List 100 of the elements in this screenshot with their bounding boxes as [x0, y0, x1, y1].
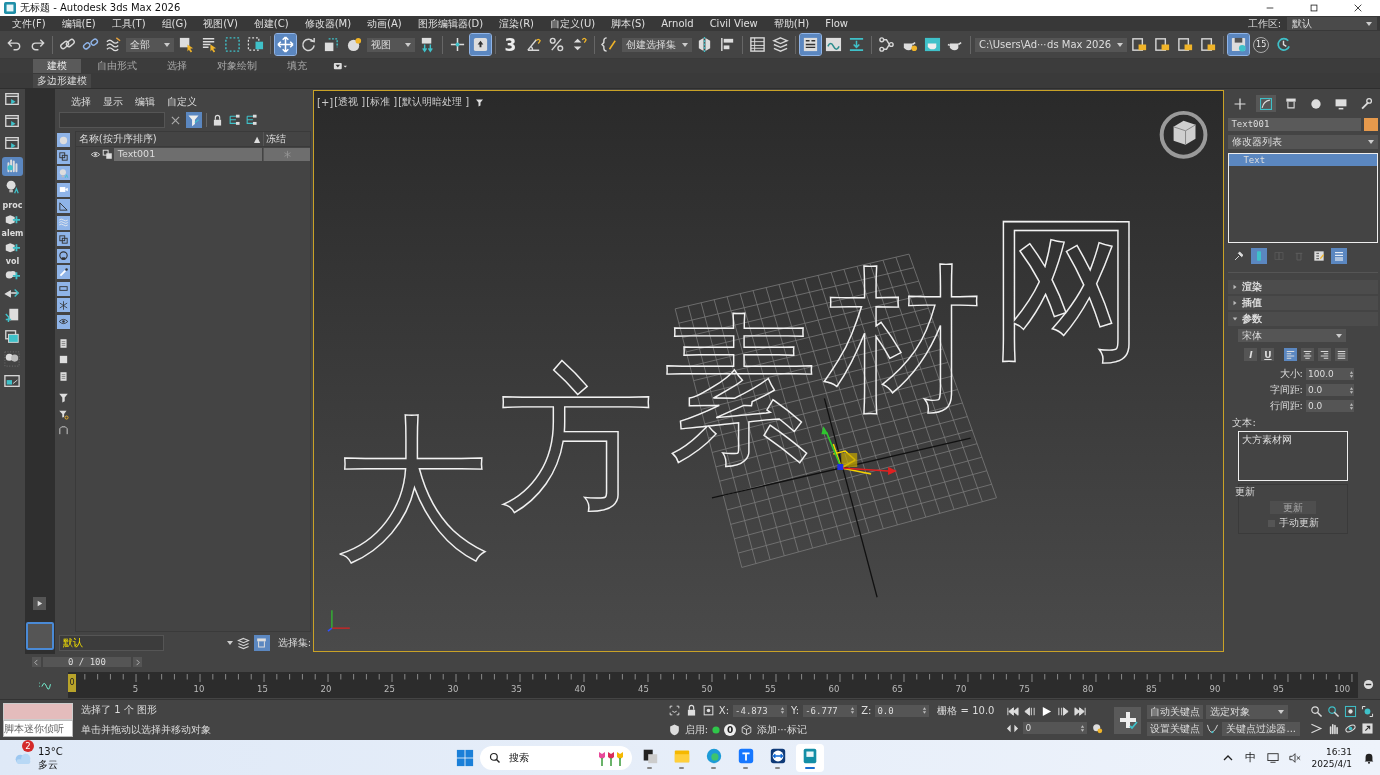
column-header[interactable]: 名称(按升序排序) — [75, 132, 157, 146]
timeline-ruler[interactable]: 0 5 10 15 20 25 30 35 40 45 50 55 60 65 70 75 80 85 90 95 100 — [68, 671, 1358, 698]
perspective-viewport[interactable]: 大方素材网 [+][透视 ][标准 ][默认明暗处理 ] — [313, 90, 1225, 652]
menu-item[interactable]: 工具(T) — [103, 16, 154, 31]
frame-number: 15 — [257, 683, 268, 694]
checkbox-label: 手动更新 — [1278, 516, 1319, 530]
menu-item[interactable]: 修改器(M) — [296, 16, 360, 31]
rollout-header[interactable]: 插值 — [1228, 296, 1378, 310]
viewport-label[interactable]: [默认明暗处理 ] — [398, 95, 470, 109]
side-tool-button[interactable]: vol — [1, 257, 23, 282]
workspace-dropdown[interactable]: 默认 — [1287, 17, 1377, 30]
frame-number: 50 — [701, 683, 713, 694]
menu-item[interactable]: 渲染(R) — [491, 16, 542, 31]
coordinate-label: Y: — [791, 705, 800, 716]
field-label: 大小: — [1279, 367, 1303, 381]
counter-badge[interactable]: 0 — [724, 723, 737, 736]
toolbar-button[interactable]: 3 — [500, 34, 521, 55]
spline-letter: 材 — [824, 247, 982, 431]
frame-number: 100 — [1333, 683, 1351, 694]
text-input-area[interactable]: 大方素材网 — [1238, 431, 1349, 481]
frame-number: 70 — [955, 683, 967, 694]
ribbon-tab[interactable]: 对象绘制 — [203, 59, 271, 73]
coordinate-field[interactable]: -4.873 — [733, 704, 788, 717]
font-dropdown[interactable]: 宋体 — [1238, 329, 1347, 342]
spline-letter: 大 — [334, 397, 491, 581]
menu-item[interactable]: Flow — [817, 18, 856, 29]
add-tag-text[interactable]: 添加⋯标记 — [757, 722, 808, 737]
temperature-text: 13°C — [38, 744, 63, 758]
side-tool-button[interactable]: proc — [1, 201, 23, 226]
set-key-mode-button[interactable]: 设置关键点 — [1147, 721, 1204, 736]
menu-item[interactable]: Arnold — [653, 18, 702, 29]
coordinate-field[interactable]: -6.777 — [803, 704, 858, 717]
object-name-field[interactable]: Text001 — [1228, 118, 1361, 131]
modifier-list-dropdown[interactable]: 修改器列表 — [1228, 135, 1378, 149]
prompt-text: 单击并拖动以选择并移动对象 — [81, 723, 211, 737]
text-style-button[interactable]: I — [1244, 348, 1258, 361]
frame-number: 90 — [1209, 683, 1221, 694]
menu-item[interactable]: 动画(A) — [359, 16, 410, 31]
frame-number: 45 — [638, 683, 649, 694]
ribbon-tab[interactable]: 建模 — [33, 59, 81, 73]
number-spinner-field[interactable]: 0.0 — [1306, 400, 1354, 412]
menu-item[interactable]: 文件(F) — [4, 16, 54, 31]
frame-number: 30 — [447, 683, 459, 694]
clock-date[interactable]: 2025/4/1 — [1311, 757, 1352, 770]
toolbar-dropdown[interactable]: 创建选择集 — [622, 37, 692, 52]
object-name-cell[interactable]: Text001 — [113, 147, 263, 161]
menu-item[interactable]: 组(G) — [153, 16, 196, 31]
number-spinner-field[interactable]: 0.0 — [1306, 384, 1354, 396]
explorer-menu-item[interactable]: 显示 — [96, 95, 129, 109]
toolbar-dropdown[interactable]: 视图 — [367, 37, 415, 52]
rollout-header[interactable]: 参数 — [1228, 312, 1378, 326]
menu-item[interactable]: 帮助(H) — [765, 16, 818, 31]
text-label: 文本: — [1232, 416, 1257, 430]
viewport-label[interactable]: [标准 ] — [366, 95, 398, 109]
key-target-dropdown[interactable]: 选定对象 — [1206, 704, 1289, 719]
sort-indicator: ▲ — [253, 134, 261, 144]
menu-item[interactable]: 脚本(S) — [603, 16, 654, 31]
current-frame-field[interactable]: 0 — [1023, 722, 1088, 734]
frame-number: 75 — [1019, 683, 1030, 694]
coordinate-field[interactable]: 0.0 — [875, 704, 930, 717]
frame-number: 35 — [511, 683, 522, 694]
taskbar-search-field[interactable]: 搜索 — [479, 745, 632, 770]
side-tool-button[interactable]: alem — [1, 229, 23, 254]
menu-item[interactable]: 编辑(E) — [53, 16, 104, 31]
viewport-label[interactable]: [+] — [317, 96, 334, 108]
ribbon-tab[interactable]: 自由形式 — [83, 59, 151, 73]
listener-input-field[interactable]: 脚本迷你侦听 — [3, 720, 73, 737]
frame-position-field[interactable]: 0 / 100 — [43, 657, 131, 667]
rollout-header[interactable]: 渲染 — [1228, 280, 1378, 294]
key-filters-button[interactable]: 关键点过滤器... — [1222, 721, 1300, 736]
text-style-button[interactable]: U — [1261, 348, 1275, 361]
toolbar-dropdown[interactable]: 全部 — [126, 37, 174, 52]
ribbon-tab[interactable]: 选择 — [153, 59, 201, 73]
layer-dropdown[interactable]: 默认 — [58, 635, 164, 651]
frame-number: 60 — [828, 683, 840, 694]
input-method-indicator[interactable]: 中 — [1244, 750, 1256, 765]
frame-number: 25 — [384, 683, 395, 694]
workspace-label: 工作区: — [1247, 16, 1281, 31]
group-title: 更新 — [1235, 485, 1256, 499]
menu-item[interactable]: 图形编辑器(D) — [409, 16, 492, 31]
coordinate-label: Z: — [861, 705, 872, 716]
column-header[interactable]: 冻结 — [263, 132, 311, 146]
field-label: 行间距: — [1269, 399, 1303, 413]
explorer-menu-item[interactable]: 编辑 — [128, 95, 161, 109]
number-spinner-field[interactable]: 100.0 — [1306, 368, 1354, 380]
menu-item[interactable]: 视图(V) — [195, 16, 246, 31]
viewport-label[interactable]: [透视 ] — [334, 95, 366, 109]
ribbon-panel-title[interactable]: 多边形建模 — [33, 73, 91, 88]
time-slider-thumb[interactable]: 0 — [68, 673, 76, 692]
menu-item[interactable]: 创建(C) — [245, 16, 297, 31]
explorer-menu-item[interactable]: 选择 — [64, 95, 97, 109]
clock-time[interactable]: 16:31 — [1326, 745, 1352, 758]
enable-label: 启用: — [684, 722, 709, 737]
explorer-menu-item[interactable]: 自定义 — [160, 95, 203, 109]
menu-item[interactable]: Civil View — [701, 18, 766, 29]
spline-letter: 方 — [497, 347, 655, 531]
auto-key-button[interactable]: 自动关键点 — [1147, 704, 1204, 719]
menu-item[interactable]: 自定义(U) — [542, 16, 604, 31]
toolbar-dropdown[interactable]: C:\Users\Ad⋯ds Max 2026 — [975, 37, 1128, 52]
ribbon-tab[interactable]: 填充 — [273, 59, 321, 73]
